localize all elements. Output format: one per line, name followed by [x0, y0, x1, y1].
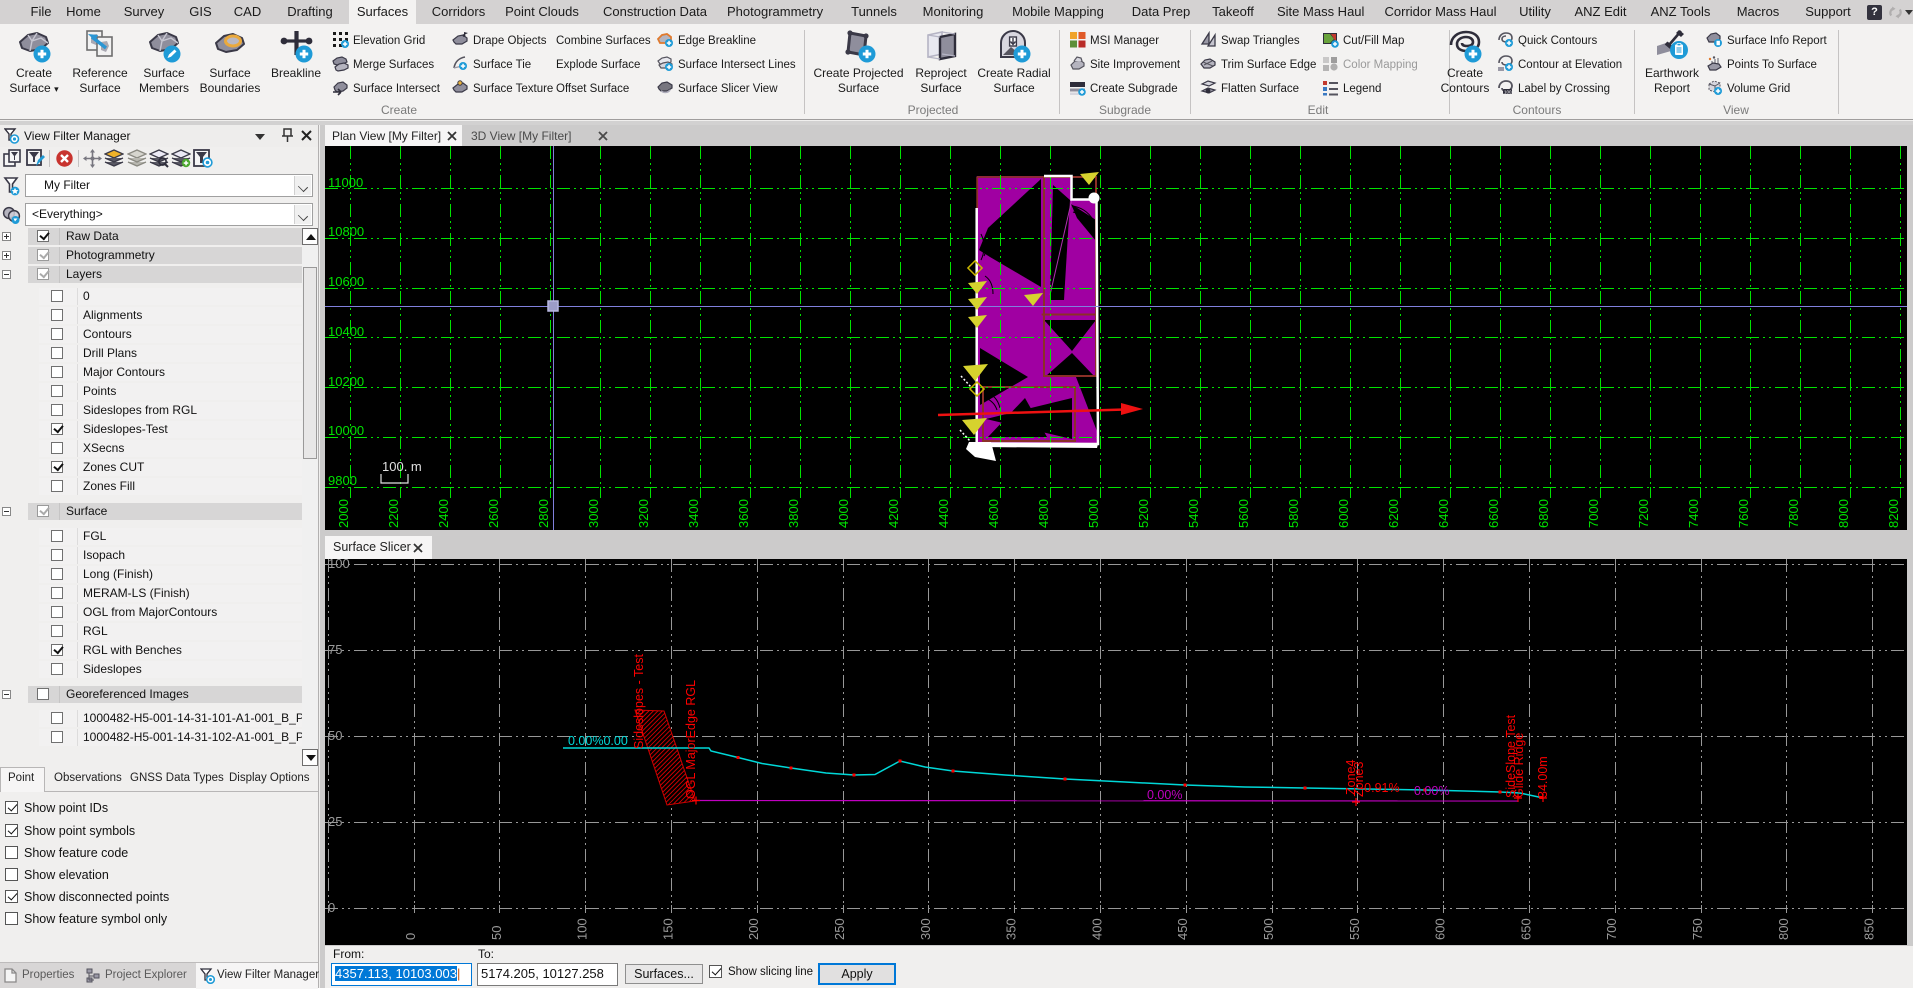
svg-text:700: 700	[1604, 918, 1619, 940]
svg-text:350: 350	[1004, 918, 1019, 940]
svg-text:6600: 6600	[1486, 499, 1501, 528]
svg-text:150: 150	[660, 918, 675, 940]
svg-text:300: 300	[918, 918, 933, 940]
svg-text:750: 750	[1690, 918, 1705, 940]
svg-text:5400: 5400	[1186, 499, 1201, 528]
svg-text:7800: 7800	[1786, 499, 1801, 528]
svg-text:100. m: 100. m	[382, 459, 422, 474]
svg-text:11000: 11000	[328, 175, 363, 190]
svg-text:3600: 3600	[736, 499, 751, 528]
svg-text:0.00%0.00: 0.00%0.00	[568, 734, 628, 748]
svg-text:100: 100	[328, 559, 350, 571]
svg-text:2200: 2200	[386, 499, 401, 528]
svg-text:4800: 4800	[1036, 499, 1051, 528]
svg-text:8000: 8000	[1836, 499, 1851, 528]
svg-text:6800: 6800	[1536, 499, 1551, 528]
svg-text:5600: 5600	[1236, 499, 1251, 528]
svg-text:6200: 6200	[1386, 499, 1401, 528]
svg-text:10600: 10600	[328, 274, 364, 289]
svg-text:2800: 2800	[536, 499, 551, 528]
svg-text:0.00%: 0.00%	[1414, 784, 1449, 798]
svg-text:OGL MajorEdge RGL: OGL MajorEdge RGL	[684, 680, 698, 799]
svg-text:550: 550	[1347, 918, 1362, 940]
svg-text:-0.91%: -0.91%	[1360, 781, 1400, 795]
svg-text:6000: 6000	[1336, 499, 1351, 528]
svg-text:0: 0	[328, 900, 335, 915]
svg-text:5800: 5800	[1286, 499, 1301, 528]
svg-text:500: 500	[1261, 918, 1276, 940]
svg-text:5200: 5200	[1136, 499, 1151, 528]
svg-text:250: 250	[832, 918, 847, 940]
svg-text:3400: 3400	[686, 499, 701, 528]
svg-text:650: 650	[1518, 918, 1533, 940]
svg-text:4000: 4000	[836, 499, 851, 528]
svg-text:34.00m: 34.00m	[1536, 756, 1550, 798]
svg-text:6400: 6400	[1436, 499, 1451, 528]
svg-text:0.00%: 0.00%	[1147, 788, 1182, 802]
svg-text:10400: 10400	[328, 324, 364, 339]
svg-text:7000: 7000	[1586, 499, 1601, 528]
svg-text:75: 75	[328, 642, 342, 657]
svg-text:25: 25	[328, 814, 342, 829]
svg-text:10200: 10200	[328, 374, 364, 389]
svg-text:7400: 7400	[1686, 499, 1701, 528]
svg-text:400: 400	[1089, 918, 1104, 940]
svg-text:7600: 7600	[1736, 499, 1751, 528]
svg-text:2000: 2000	[336, 499, 351, 528]
svg-text:3200: 3200	[636, 499, 651, 528]
svg-text:100: 100	[575, 918, 590, 940]
svg-text:4200: 4200	[886, 499, 901, 528]
svg-text:Sideslopes - Test: Sideslopes - Test	[632, 654, 646, 749]
svg-text:2600: 2600	[486, 499, 501, 528]
svg-text:2400: 2400	[436, 499, 451, 528]
svg-text:850: 850	[1862, 918, 1877, 940]
svg-text:3000: 3000	[586, 499, 601, 528]
svg-text:7200: 7200	[1636, 499, 1651, 528]
svg-text:Glide Ridge: Glide Ridge	[1512, 733, 1526, 798]
svg-text:50: 50	[328, 728, 342, 743]
svg-text:0: 0	[403, 933, 418, 940]
svg-text:4400: 4400	[936, 499, 951, 528]
svg-text:800: 800	[1776, 918, 1791, 940]
svg-text:4600: 4600	[986, 499, 1001, 528]
svg-text:8200: 8200	[1886, 499, 1901, 528]
svg-text:9800: 9800	[328, 473, 357, 488]
svg-text:50: 50	[489, 926, 504, 940]
svg-text:10800: 10800	[328, 224, 364, 239]
svg-text:5000: 5000	[1086, 499, 1101, 528]
svg-text:600: 600	[1433, 918, 1448, 940]
svg-text:100: 100	[1504, 90, 1512, 95]
svg-text:450: 450	[1175, 918, 1190, 940]
svg-text:200: 200	[746, 918, 761, 940]
svg-text:3800: 3800	[786, 499, 801, 528]
svg-text:10000: 10000	[328, 423, 364, 438]
